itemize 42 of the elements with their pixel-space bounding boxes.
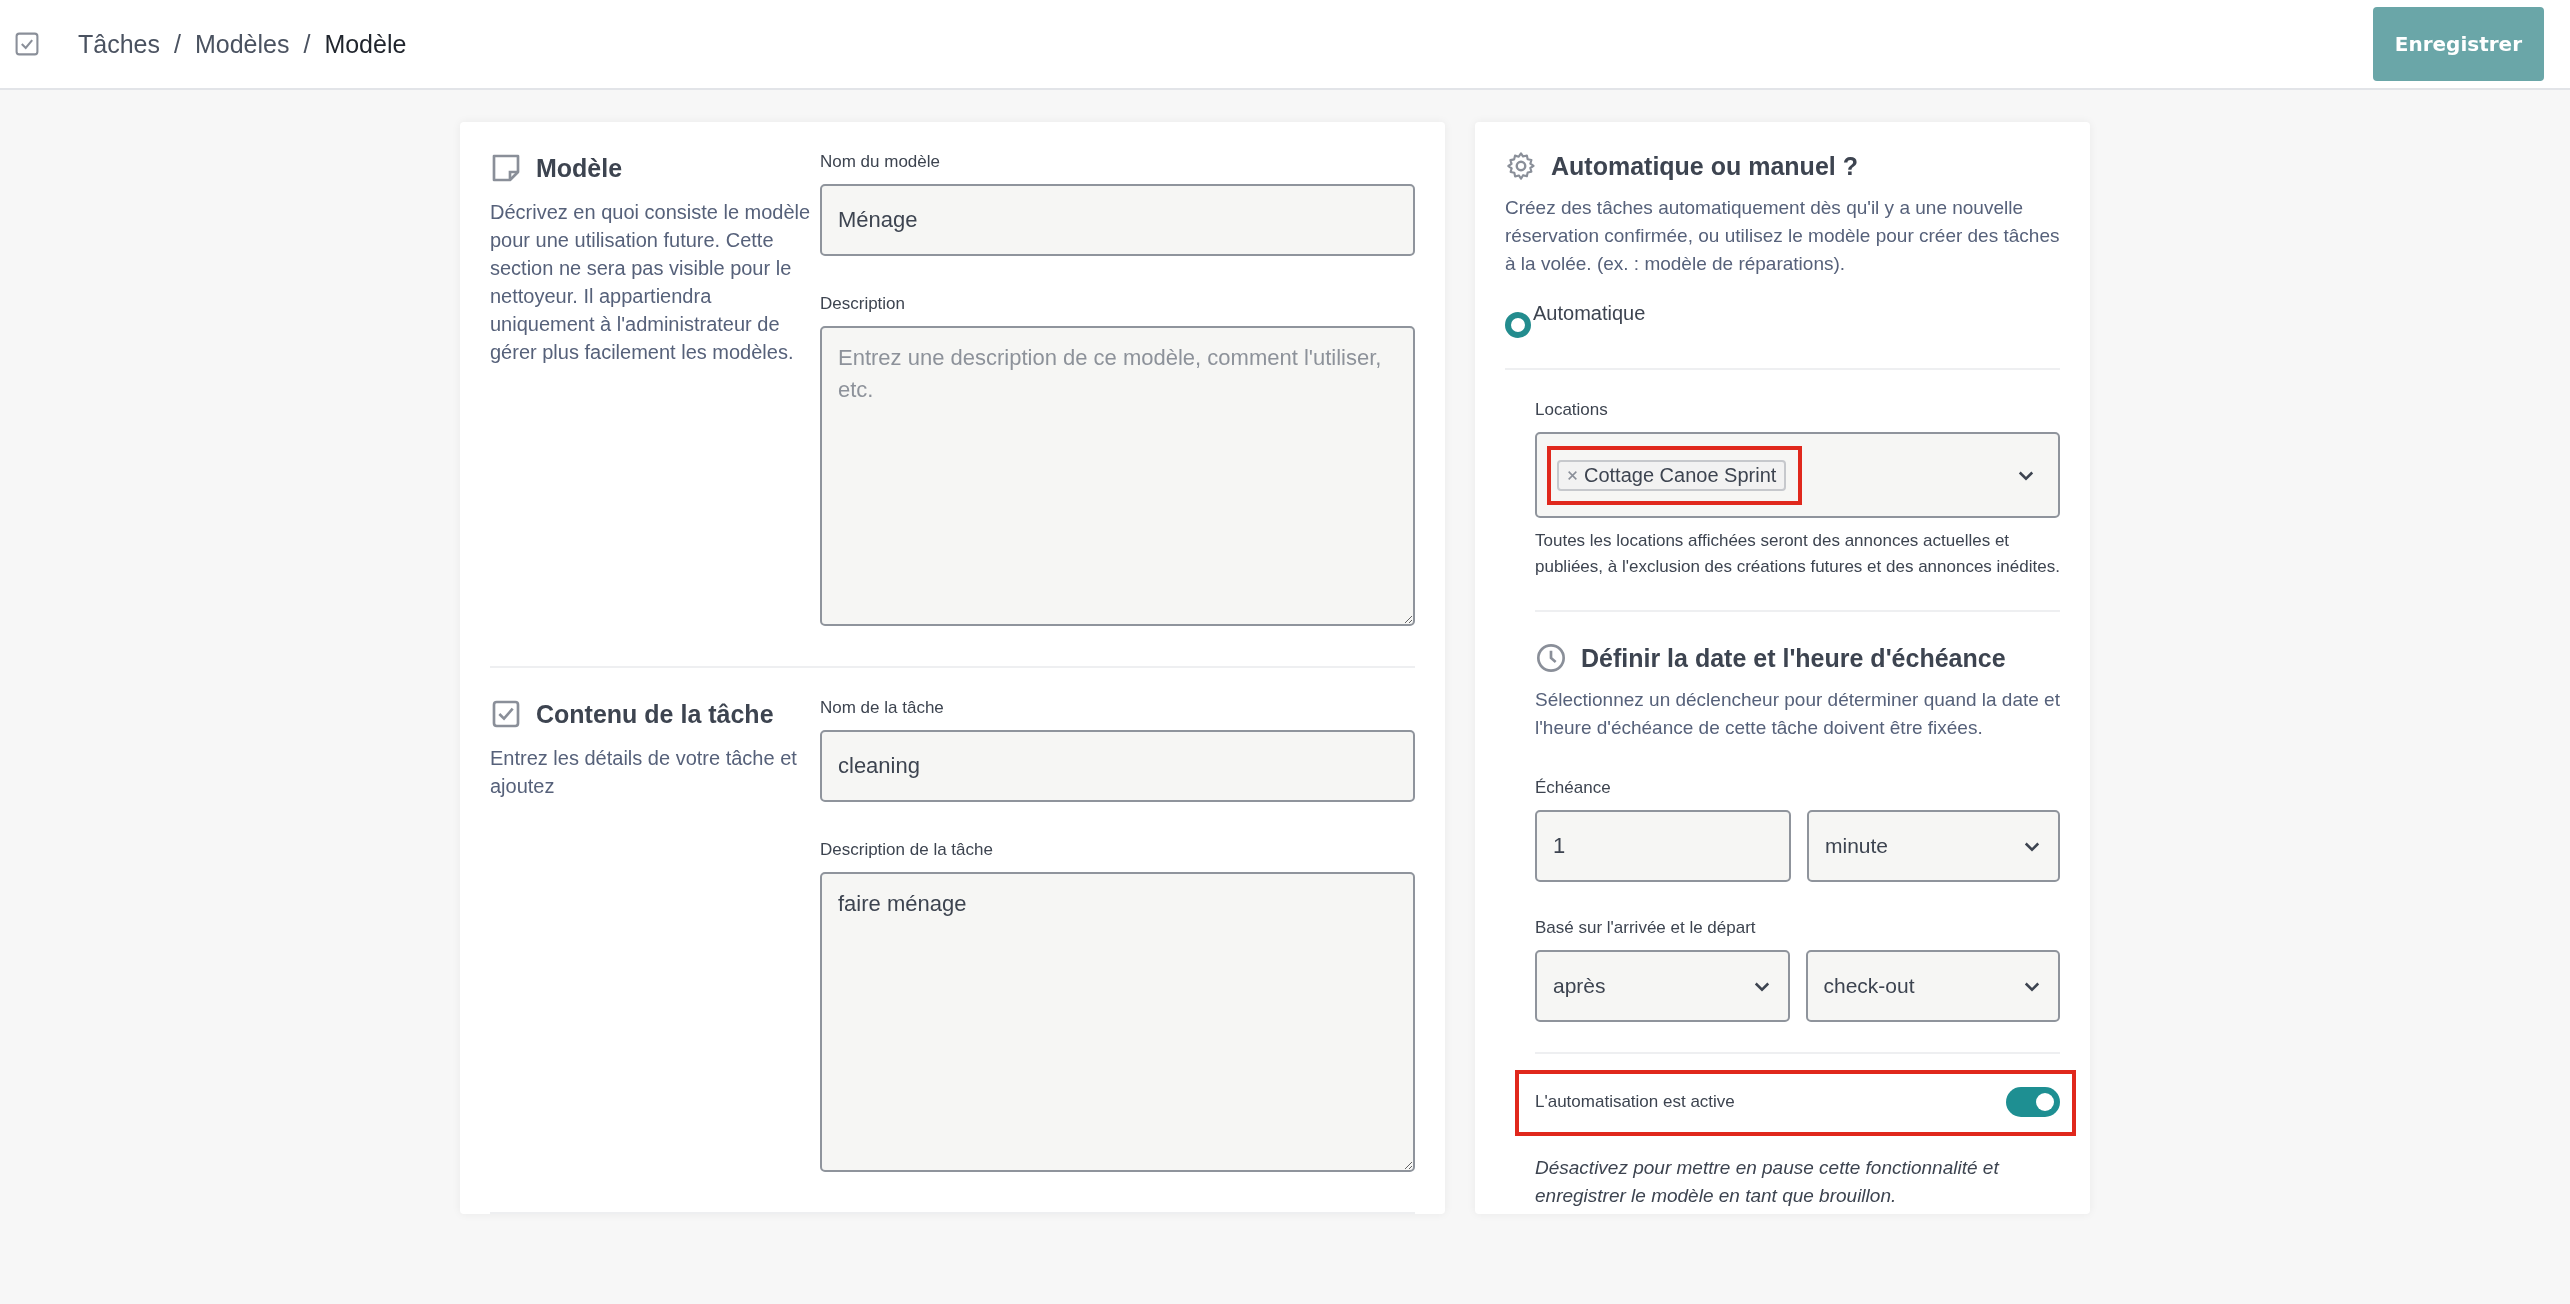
section-title: Modèle — [536, 153, 623, 183]
dropdown[interactable]: check-out — [1805, 950, 2060, 1022]
section-title: Définir la date et l'heure d'échéance — [1581, 643, 2006, 673]
section-description: Créez des tâches automatiquement dès qu'il y a une nouvelle réservation confirmée, ou utilisez le modèle pour créer des tâches à la volée. (ex. : modèle de réparations). — [1505, 196, 2060, 276]
text-field[interactable]: Ménage — [820, 184, 1415, 256]
section-title: Contenu de la tâche — [536, 699, 774, 729]
locations-select[interactable]: Cottage Canoe Sprint — [1535, 432, 2060, 518]
textarea-field[interactable]: Entrez une description de ce modèle, comment l'utiliser, etc. — [820, 326, 1415, 626]
field-label: Nom du modèle — [820, 152, 941, 172]
text-field[interactable]: cleaning — [820, 730, 1415, 802]
field-label: Échéance — [1535, 778, 1612, 798]
field-label: Description — [820, 294, 907, 314]
breadcrumb-link[interactable]: Modèle — [324, 29, 407, 59]
dropdown[interactable]: minute — [1807, 810, 2060, 882]
close-icon[interactable] — [1567, 469, 1578, 481]
textarea-field[interactable]: faire ménage — [820, 872, 1415, 1172]
checkbox-icon — [490, 698, 522, 730]
clock-icon — [1535, 642, 1567, 674]
field-label: Locations — [1535, 400, 1609, 420]
section-description: Décrivez en quoi consiste le modèle pour une utilisation future. Cette section ne sera pas visible pour le nettoyeur. Il appartiendra uniquement à l'administrateur de gérer plus facilement les modèles. — [490, 200, 812, 365]
field-label: Basé sur l'arrivée et le départ — [1535, 918, 1757, 938]
checkbox-icon — [14, 31, 40, 57]
section-description: Sélectionnez un déclencheur pour déterminer quand la date et l'heure d'échéance de cette tâche doivent être fixées. — [1535, 688, 2060, 740]
field-label: Description de la tâche — [820, 840, 994, 860]
toggle-switch[interactable] — [2006, 1087, 2060, 1117]
toggle-label: L'automatisation est active — [1535, 1092, 1735, 1112]
section-title: Automatique ou manuel ? — [1551, 151, 1858, 181]
note-icon — [490, 152, 522, 184]
breadcrumb-link[interactable]: Tâches — [78, 29, 160, 59]
note-text: Désactivez pour mettre en pause cette fonctionnalité et enregistrer le modèle en tant que brouillon. — [1535, 1156, 2001, 1208]
dropdown[interactable]: après — [1535, 950, 1790, 1022]
field-label: Nom de la tâche — [820, 698, 945, 718]
help-text: Toutes les locations affichées seront des annonces actuelles et publiées, à l'exclusion des créations futures et des annonces inédites. — [1535, 530, 2060, 578]
tag-label: Cottage Canoe Sprint — [1584, 463, 1777, 487]
breadcrumb-link[interactable]: Modèles — [194, 29, 290, 59]
section-description: Entrez les détails de votre tâche et ajoutez — [490, 746, 798, 799]
number-field[interactable]: 1 — [1535, 810, 1791, 882]
radio-button[interactable] — [1505, 312, 1531, 338]
breadcrumb-separator: / — [303, 29, 311, 59]
radio-label: Automatique — [1533, 302, 1646, 325]
settings-icon — [1505, 150, 1537, 182]
breadcrumb-separator: / — [174, 29, 181, 59]
